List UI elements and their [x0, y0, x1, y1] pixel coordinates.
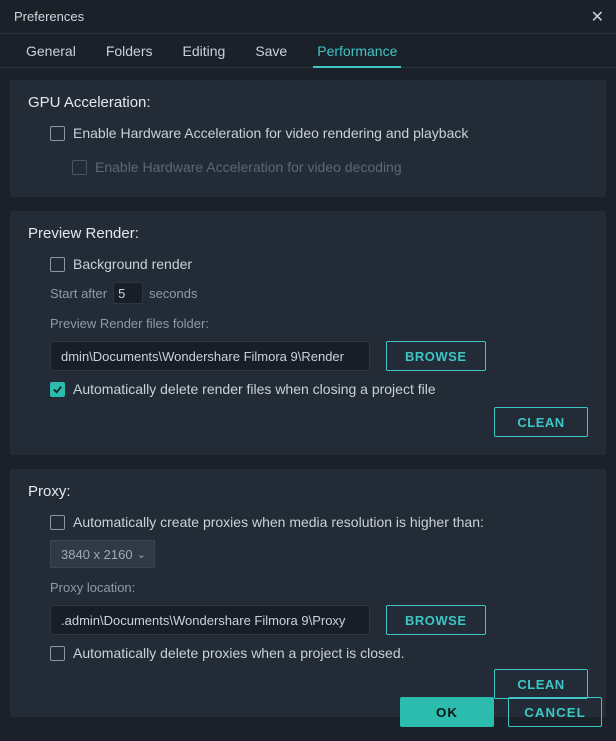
gpu-decode-label: Enable Hardware Acceleration for video d… [95, 159, 402, 175]
proxy-location-input[interactable] [50, 605, 370, 635]
browse-render-button[interactable]: BROWSE [386, 341, 486, 371]
tab-performance[interactable]: Performance [313, 35, 401, 67]
proxy-location-label: Proxy location: [50, 580, 135, 595]
gpu-title: GPU Acceleration: [28, 94, 588, 111]
preview-section: Preview Render: Background render Start … [10, 211, 606, 455]
tab-folders[interactable]: Folders [102, 35, 157, 67]
proxy-resolution-select[interactable]: 3840 x 2160 ⌄ [50, 540, 155, 568]
gpu-render-label: Enable Hardware Acceleration for video r… [73, 125, 468, 141]
close-icon[interactable]: ✕ [591, 7, 604, 27]
browse-proxy-button[interactable]: BROWSE [386, 605, 486, 635]
footer-buttons: OK CANCEL [400, 697, 602, 727]
tab-save[interactable]: Save [251, 35, 291, 67]
ok-button[interactable]: OK [400, 697, 494, 727]
tab-bar: General Folders Editing Save Performance [0, 34, 616, 68]
tab-editing[interactable]: Editing [179, 35, 230, 67]
checkbox-gpu-render[interactable] [50, 126, 65, 141]
render-folder-label: Preview Render files folder: [50, 316, 209, 331]
background-render-label: Background render [73, 256, 192, 272]
auto-delete-proxy-label: Automatically delete proxies when a proj… [73, 645, 405, 661]
preview-title: Preview Render: [28, 225, 588, 242]
checkbox-auto-delete-proxy[interactable] [50, 646, 65, 661]
chevron-down-icon: ⌄ [137, 548, 146, 561]
tab-general[interactable]: General [22, 35, 80, 67]
window-title: Preferences [14, 9, 84, 24]
checkbox-auto-create-proxy[interactable] [50, 515, 65, 530]
clean-render-button[interactable]: CLEAN [494, 407, 588, 437]
proxy-resolution-value: 3840 x 2160 [61, 547, 133, 562]
checkbox-auto-delete-render[interactable] [50, 382, 65, 397]
seconds-label: seconds [149, 286, 197, 301]
proxy-title: Proxy: [28, 483, 588, 500]
content-area: GPU Acceleration: Enable Hardware Accele… [0, 68, 616, 741]
auto-create-proxy-label: Automatically create proxies when media … [73, 514, 484, 530]
auto-delete-render-label: Automatically delete render files when c… [73, 381, 436, 397]
gpu-section: GPU Acceleration: Enable Hardware Accele… [10, 80, 606, 197]
start-after-input[interactable] [113, 282, 143, 304]
titlebar: Preferences ✕ [0, 0, 616, 34]
render-folder-input[interactable] [50, 341, 370, 371]
proxy-section: Proxy: Automatically create proxies when… [10, 469, 606, 717]
start-after-label: Start after [50, 286, 107, 301]
checkbox-gpu-decode [72, 160, 87, 175]
clean-proxy-button[interactable]: CLEAN [494, 669, 588, 699]
checkbox-background-render[interactable] [50, 257, 65, 272]
cancel-button[interactable]: CANCEL [508, 697, 602, 727]
